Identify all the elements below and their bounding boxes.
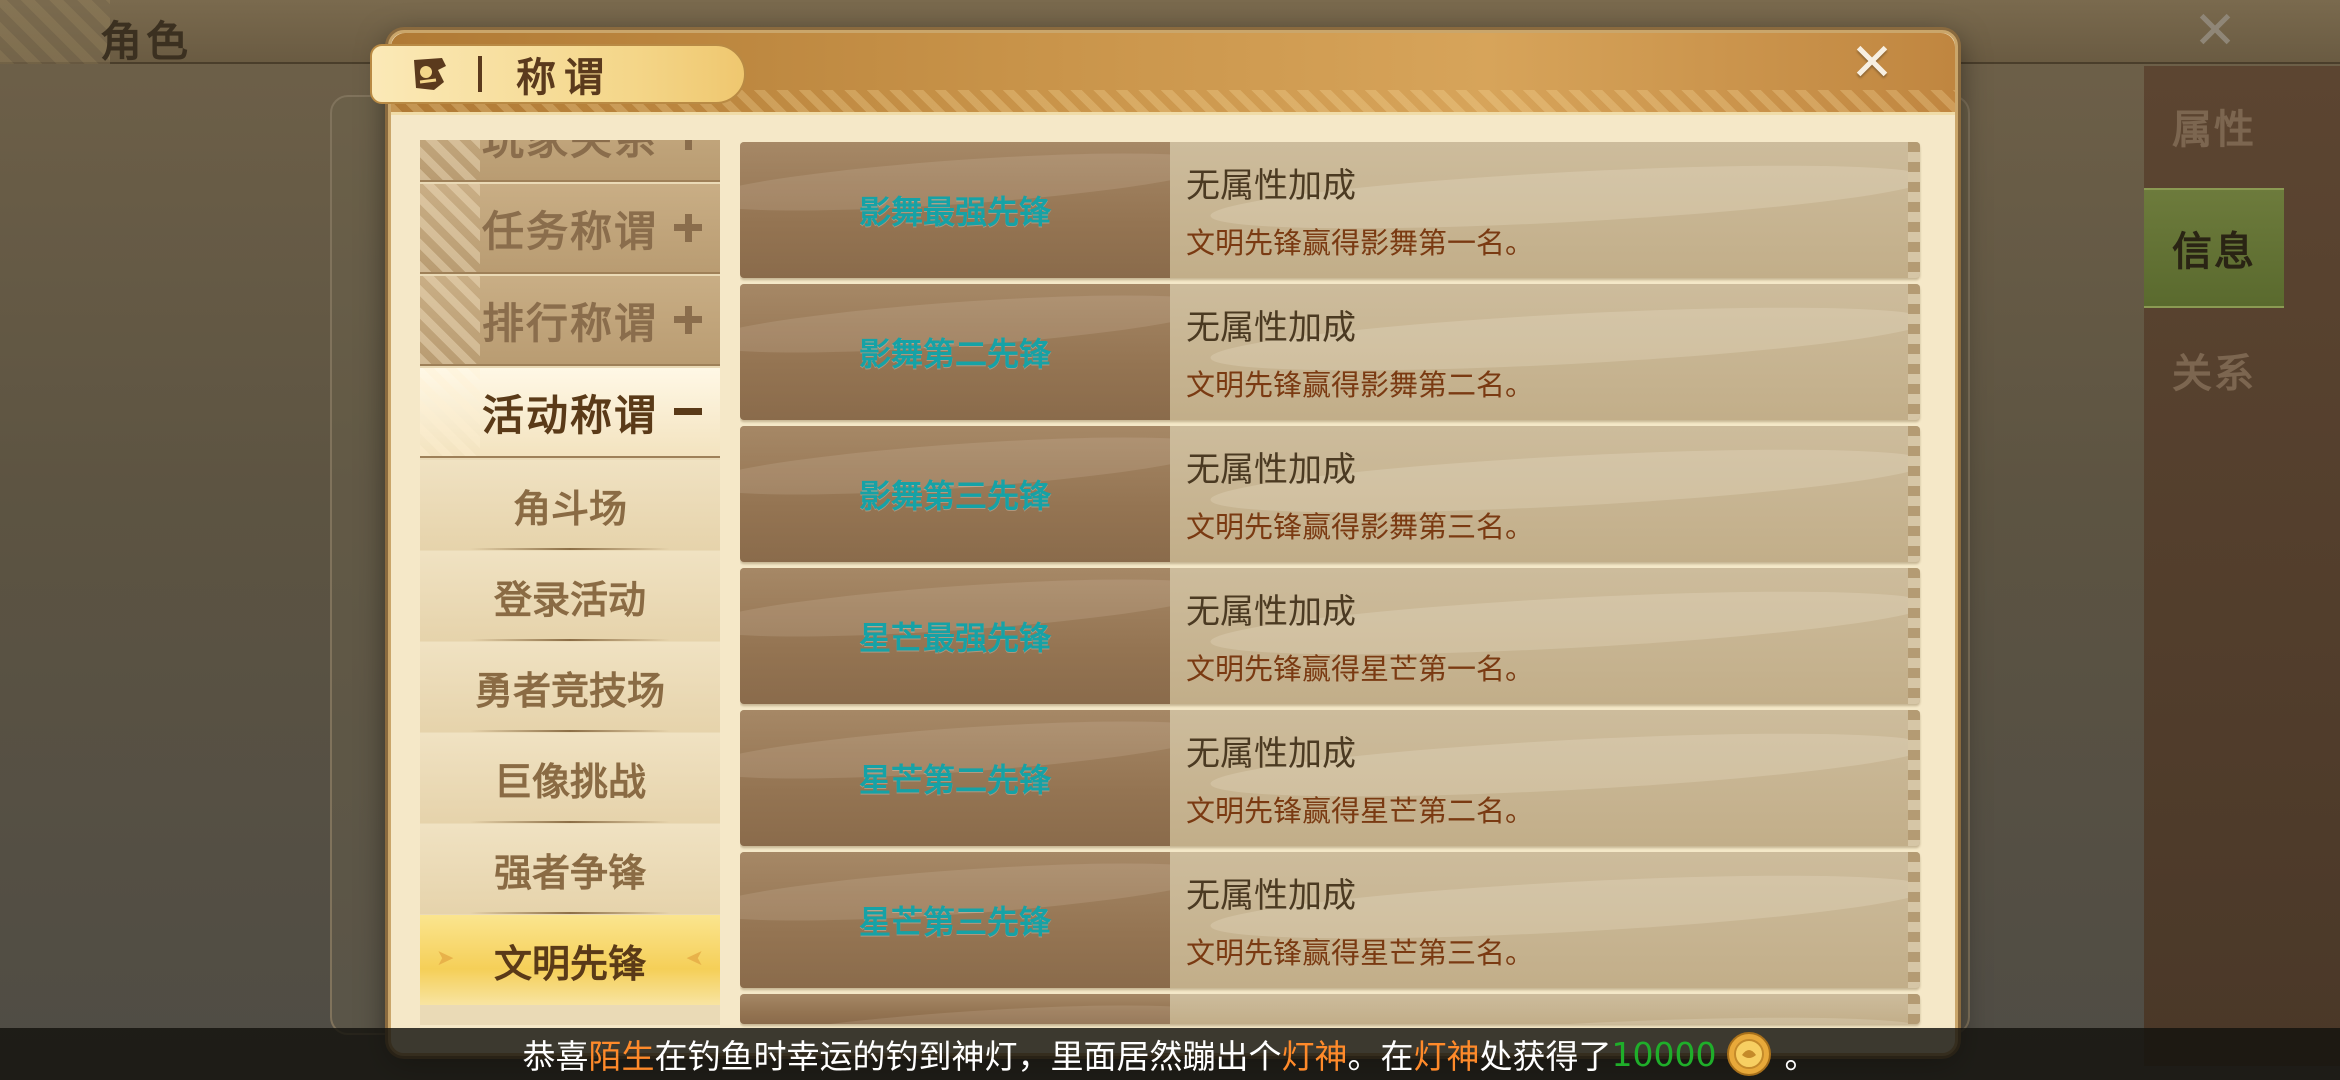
- broadcast-player-name: 陌生: [588, 1037, 655, 1076]
- subcategory-champion-contest[interactable]: 强者争锋: [420, 824, 720, 914]
- category-label: 玩家关系: [482, 140, 658, 167]
- dialog-title: 称谓: [516, 55, 612, 101]
- broadcast-npc-name: 灯神: [1413, 1037, 1480, 1076]
- title-name: 影舞最强先锋: [858, 193, 1051, 231]
- title-info-cell: [1170, 994, 1920, 1024]
- title-name: 星芒第三先锋: [858, 903, 1051, 941]
- title-name: 星芒第二先锋: [858, 761, 1051, 799]
- title-name-cell: 星芒最强先锋: [740, 568, 1170, 704]
- subcategory-arena[interactable]: 角斗场: [420, 460, 720, 550]
- category-quest-titles[interactable]: 任务称谓: [420, 184, 720, 274]
- plus-icon: [674, 306, 702, 334]
- title-badge-icon: [414, 58, 446, 90]
- title-row[interactable]: 星芒最强先锋 无属性加成 文明先锋赢得星芒第一名。: [740, 568, 1920, 704]
- broadcast-prefix: 恭喜: [522, 1037, 589, 1076]
- subcategory-colossus-challenge[interactable]: 巨像挑战: [420, 733, 720, 823]
- side-tab-info[interactable]: 信息: [2144, 188, 2284, 308]
- title-separator: [478, 56, 482, 92]
- title-name: 星芒最强先锋: [858, 619, 1051, 657]
- title-bonus: 无属性加成: [1186, 734, 1356, 774]
- title-bonus: 无属性加成: [1186, 450, 1356, 490]
- background-window-title: 角色: [100, 17, 193, 66]
- plus-icon: [674, 214, 702, 242]
- category-label: 活动称谓: [481, 390, 658, 440]
- title-info-cell: 无属性加成 文明先锋赢得影舞第二名。: [1170, 284, 1920, 420]
- dialog-title-plate: 称谓: [370, 44, 746, 104]
- subcategory-civilization-vanguard[interactable]: ➤ 文明先锋 ➤: [420, 915, 720, 1005]
- side-tab-relations[interactable]: 关系: [2144, 310, 2284, 430]
- category-label: 任务称谓: [481, 206, 658, 256]
- title-row[interactable]: 星芒第三先锋 无属性加成 文明先锋赢得星芒第三名。: [740, 852, 1920, 988]
- broadcast-text: 在钓鱼时幸运的钓到神灯，里面居然蹦出个: [654, 1037, 1282, 1076]
- title-bonus: 无属性加成: [1186, 166, 1356, 206]
- category-label: 排行称谓: [481, 298, 658, 348]
- broadcast-text: 处获得了: [1479, 1037, 1612, 1076]
- title-list: 影舞最强先锋 无属性加成 文明先锋赢得影舞第一名。 影舞第二先锋 无属性加成 文…: [740, 142, 1922, 1028]
- subcategory-label: 文明先锋: [493, 941, 646, 986]
- title-name-cell: 影舞第二先锋: [740, 284, 1170, 420]
- gold-coin-icon: [1727, 1032, 1772, 1076]
- system-broadcast: 恭喜 陌生 在钓鱼时幸运的钓到神灯，里面居然蹦出个 灯神 。在 灯神 处获得了 …: [0, 1028, 2340, 1080]
- background-close-icon[interactable]: ✕: [2190, 5, 2240, 57]
- right-ornament-icon: ➤: [685, 946, 704, 971]
- title-description: 文明先锋赢得星芒第二名。: [1186, 794, 1535, 828]
- subcategory-login-event[interactable]: 登录活动: [420, 551, 720, 641]
- category-ranking-titles[interactable]: 排行称谓: [420, 276, 720, 366]
- title-name-cell: [740, 994, 1170, 1024]
- title-name: 影舞第二先锋: [858, 335, 1051, 373]
- title-row[interactable]: 星芒第二先锋 无属性加成 文明先锋赢得星芒第二名。: [740, 710, 1920, 846]
- category-player-relations[interactable]: 玩家关系: [420, 140, 720, 182]
- title-row-partial[interactable]: [740, 994, 1920, 1024]
- title-row[interactable]: 影舞最强先锋 无属性加成 文明先锋赢得影舞第一名。: [740, 142, 1920, 278]
- plus-icon: [685, 140, 692, 150]
- broadcast-suffix: 。: [1784, 1037, 1818, 1076]
- title-description: 文明先锋赢得星芒第三名。: [1186, 936, 1535, 970]
- title-description: 文明先锋赢得星芒第一名。: [1186, 652, 1535, 686]
- subcategory-brave-arena[interactable]: 勇者竞技场: [420, 642, 720, 732]
- category-event-titles[interactable]: 活动称谓: [420, 368, 720, 458]
- title-name-cell: 星芒第三先锋: [740, 852, 1170, 988]
- side-tab-bar: 属性 信息 关系: [2144, 66, 2340, 1066]
- title-name: 影舞第三先锋: [858, 477, 1051, 515]
- title-description: 文明先锋赢得影舞第一名。: [1186, 226, 1535, 260]
- side-tab-attributes[interactable]: 属性: [2144, 66, 2284, 186]
- title-row[interactable]: 影舞第三先锋 无属性加成 文明先锋赢得影舞第三名。: [740, 426, 1920, 562]
- title-info-cell: 无属性加成 文明先锋赢得影舞第三名。: [1170, 426, 1920, 562]
- broadcast-npc-name: 灯神: [1281, 1037, 1348, 1076]
- title-name-cell: 影舞第三先锋: [740, 426, 1170, 562]
- left-ornament-icon: ➤: [436, 946, 455, 971]
- close-icon[interactable]: ✕: [1848, 37, 1896, 89]
- title-bonus: 无属性加成: [1186, 308, 1356, 348]
- title-description: 文明先锋赢得影舞第二名。: [1186, 368, 1535, 402]
- title-name-cell: 影舞最强先锋: [740, 142, 1170, 278]
- title-info-cell: 无属性加成 文明先锋赢得影舞第一名。: [1170, 142, 1920, 278]
- background-pattern: [0, 0, 110, 64]
- title-info-cell: 无属性加成 文明先锋赢得星芒第一名。: [1170, 568, 1920, 704]
- title-bonus: 无属性加成: [1186, 592, 1356, 632]
- broadcast-amount: 10000: [1611, 1034, 1717, 1074]
- title-info-cell: 无属性加成 文明先锋赢得星芒第二名。: [1170, 710, 1920, 846]
- broadcast-text: 。在: [1347, 1037, 1414, 1076]
- title-name-cell: 星芒第二先锋: [740, 710, 1170, 846]
- category-list: 玩家关系 任务称谓 排行称谓 活动称谓 角斗场 登录活动 勇者竞技场 巨像挑战 …: [420, 140, 720, 1025]
- minus-icon: [674, 408, 702, 415]
- title-row[interactable]: 影舞第二先锋 无属性加成 文明先锋赢得影舞第二名。: [740, 284, 1920, 420]
- title-bonus: 无属性加成: [1186, 876, 1356, 916]
- title-description: 文明先锋赢得影舞第三名。: [1186, 510, 1535, 544]
- title-info-cell: 无属性加成 文明先锋赢得星芒第三名。: [1170, 852, 1920, 988]
